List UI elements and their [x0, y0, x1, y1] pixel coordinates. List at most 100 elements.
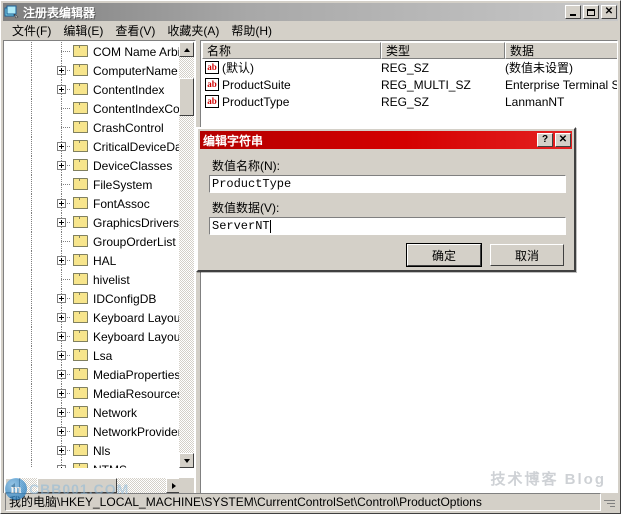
- string-value-icon: ab: [205, 95, 219, 108]
- tree-item-keyboard-layouts[interactable]: Keyboard Layouts: [5, 327, 181, 346]
- tree-item-graphicsdrivers[interactable]: GraphicsDrivers: [5, 213, 181, 232]
- menu-view[interactable]: 查看(V): [109, 21, 161, 41]
- tree-vscroll-track[interactable]: [179, 57, 194, 453]
- close-button[interactable]: ✕: [601, 5, 617, 19]
- registry-tree[interactable]: COM Name Arbite ComputerName ContentIndex C…: [5, 42, 181, 468]
- expand-plus-icon[interactable]: [57, 85, 66, 94]
- table-row[interactable]: ab (默认) REG_SZ (数值未设置): [202, 59, 617, 76]
- expand-plus-icon[interactable]: [57, 218, 66, 227]
- tree-item-criticaldevicedata[interactable]: CriticalDeviceData: [5, 137, 181, 156]
- tree-guide-line: [61, 184, 71, 185]
- tree-guide-line: [61, 279, 71, 280]
- tree-guide-line: [31, 42, 32, 61]
- minimize-button[interactable]: [565, 5, 581, 19]
- tree-item-label: CrashControl: [93, 120, 164, 135]
- folder-icon: [73, 273, 89, 286]
- tree-item-crashcontrol[interactable]: CrashControl: [5, 118, 181, 137]
- folder-icon: [73, 444, 89, 457]
- tree-guide-line: [31, 403, 32, 422]
- tree-item-contentindexcon[interactable]: ContentIndexCon: [5, 99, 181, 118]
- resize-grip[interactable]: [601, 494, 617, 510]
- expand-plus-icon[interactable]: [57, 161, 66, 170]
- tree-item-keyboard-layout[interactable]: Keyboard Layout: [5, 308, 181, 327]
- tree-item-filesystem[interactable]: FileSystem: [5, 175, 181, 194]
- tree-item-com-name-arbite[interactable]: COM Name Arbite: [5, 42, 181, 61]
- expand-plus-icon[interactable]: [57, 465, 66, 468]
- folder-icon: [73, 64, 89, 77]
- column-header-type[interactable]: 类型: [381, 42, 505, 59]
- list-column-headers: 名称 类型 数据: [202, 42, 617, 59]
- tree-item-mediaproperties[interactable]: MediaProperties: [5, 365, 181, 384]
- expand-plus-icon[interactable]: [57, 199, 66, 208]
- tree-hscroll-thumb[interactable]: [37, 478, 117, 493]
- menu-help[interactable]: 帮助(H): [225, 21, 278, 41]
- tree-item-networkprovider[interactable]: NetworkProvider: [5, 422, 181, 441]
- tree-item-deviceclasses[interactable]: DeviceClasses: [5, 156, 181, 175]
- dialog-close-icon[interactable]: ✕: [555, 133, 571, 147]
- tree-item-contentindex[interactable]: ContentIndex: [5, 80, 181, 99]
- status-path: 我的电脑\HKEY_LOCAL_MACHINE\SYSTEM\CurrentCo…: [5, 493, 601, 511]
- expand-plus-icon[interactable]: [57, 66, 66, 75]
- column-header-data[interactable]: 数据: [505, 42, 617, 59]
- tree-item-label: COM Name Arbite: [93, 44, 181, 59]
- cell-value-data: LanmanNT: [505, 94, 565, 109]
- expand-plus-icon[interactable]: [57, 446, 66, 455]
- tree-item-computername[interactable]: ComputerName: [5, 61, 181, 80]
- expand-plus-icon[interactable]: [57, 256, 66, 265]
- cell-value-data: Enterprise Terminal Serv: [505, 77, 617, 92]
- tree-horizontal-scrollbar[interactable]: [5, 478, 181, 493]
- tree-item-mediaresources[interactable]: MediaResources: [5, 384, 181, 403]
- tree-item-label: hivelist: [93, 272, 130, 287]
- column-header-name[interactable]: 名称: [202, 42, 381, 59]
- folder-icon: [73, 216, 89, 229]
- help-icon[interactable]: ?: [537, 133, 553, 147]
- tree-vscroll-thumb[interactable]: [179, 78, 194, 116]
- tree-guide-line: [31, 251, 32, 270]
- tree-item-ntms[interactable]: NTMS: [5, 460, 181, 468]
- expand-plus-icon[interactable]: [57, 313, 66, 322]
- tree-item-grouporderlist[interactable]: GroupOrderList: [5, 232, 181, 251]
- tree-scroll-down-button[interactable]: [179, 453, 194, 468]
- menu-favorites[interactable]: 收藏夹(A): [161, 21, 225, 41]
- cancel-button[interactable]: 取消: [490, 244, 564, 266]
- table-row[interactable]: ab ProductSuite REG_MULTI_SZ Enterprise Ter…: [202, 76, 617, 93]
- menu-file[interactable]: 文件(F): [6, 21, 57, 41]
- menubar: 文件(F) 编辑(E) 查看(V) 收藏夹(A) 帮助(H): [3, 22, 618, 40]
- tree-guide-line: [31, 118, 32, 137]
- tree-item-hal[interactable]: HAL: [5, 251, 181, 270]
- tree-item-network[interactable]: Network: [5, 403, 181, 422]
- tree-item-nls[interactable]: Nls: [5, 441, 181, 460]
- registry-values-list[interactable]: ab (默认) REG_SZ (数值未设置) ab ProductSuite REG_MUL…: [202, 59, 617, 110]
- tree-item-label: GroupOrderList: [93, 234, 176, 249]
- tree-item-fontassoc[interactable]: FontAssoc: [5, 194, 181, 213]
- expand-plus-icon[interactable]: [57, 370, 66, 379]
- maximize-button[interactable]: [583, 5, 599, 19]
- ok-button[interactable]: 确定: [406, 243, 482, 267]
- tree-item-label: GraphicsDrivers: [93, 215, 180, 230]
- tree-scroll-left-button[interactable]: [5, 478, 20, 493]
- cell-value-name: ab ProductSuite: [202, 78, 381, 92]
- tree-guide-line: [31, 80, 32, 99]
- tree-guide-line: [31, 346, 32, 365]
- tree-guide-line: [31, 232, 32, 251]
- expand-plus-icon[interactable]: [57, 332, 66, 341]
- registry-editor-window: 注册表编辑器 ✕ 文件(F) 编辑(E) 查看(V) 收藏夹(A) 帮助(H) …: [0, 0, 621, 514]
- expand-plus-icon[interactable]: [57, 389, 66, 398]
- expand-plus-icon[interactable]: [57, 294, 66, 303]
- tree-vertical-scrollbar[interactable]: [179, 42, 194, 468]
- tree-guide-line: [31, 422, 32, 441]
- tree-item-hivelist[interactable]: hivelist: [5, 270, 181, 289]
- expand-plus-icon[interactable]: [57, 427, 66, 436]
- table-row[interactable]: ab ProductType REG_SZ LanmanNT: [202, 93, 617, 110]
- tree-scroll-up-button[interactable]: [179, 42, 194, 57]
- value-data-input[interactable]: ServerNT: [209, 217, 566, 235]
- tree-item-lsa[interactable]: Lsa: [5, 346, 181, 365]
- folder-icon: [73, 140, 89, 153]
- expand-plus-icon[interactable]: [57, 408, 66, 417]
- expand-plus-icon[interactable]: [57, 351, 66, 360]
- expand-plus-icon[interactable]: [57, 142, 66, 151]
- menu-edit[interactable]: 编辑(E): [57, 21, 109, 41]
- tree-item-idconfigdb[interactable]: IDConfigDB: [5, 289, 181, 308]
- value-name-input[interactable]: ProductType: [209, 175, 566, 193]
- dialog-controls: ? ✕: [537, 133, 571, 147]
